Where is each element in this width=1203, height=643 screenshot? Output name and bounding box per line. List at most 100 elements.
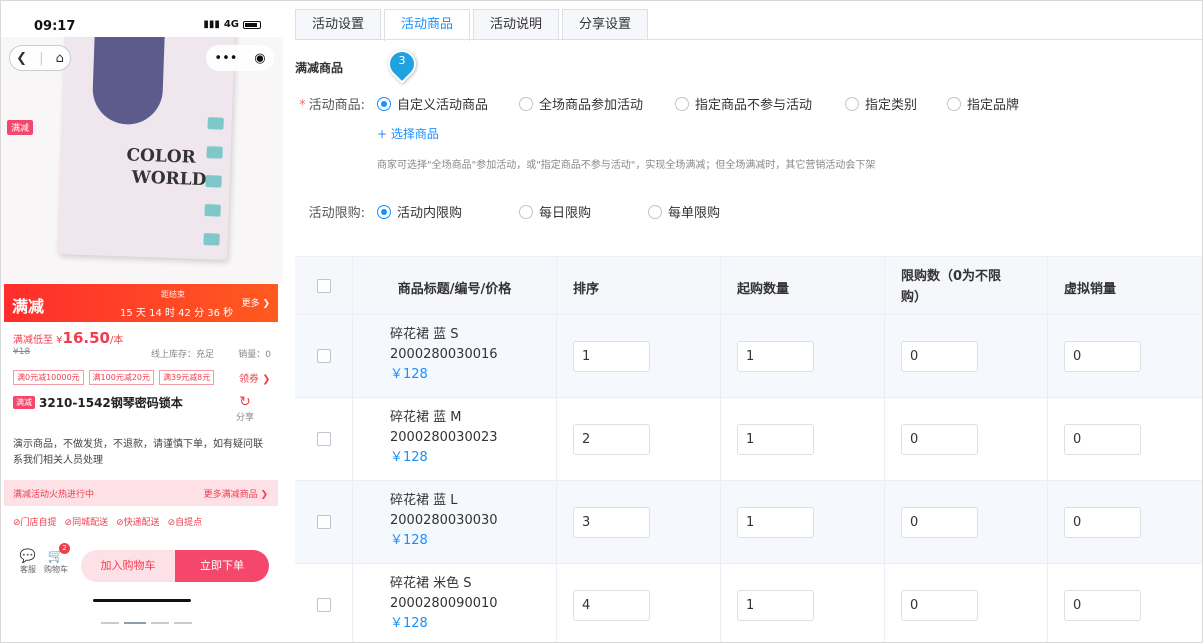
status-time: 09:17 [34,19,76,34]
limit-input[interactable]: 0 [901,507,978,538]
radio-limit-daily[interactable]: 每日限购 [519,202,591,221]
tab-share-settings[interactable]: 分享设置 [562,9,649,40]
tab-activity-settings[interactable]: 活动设置 [295,9,382,40]
chat-icon: 💬 [19,549,37,564]
row-title-cell: 碎花裙 蓝 L 2000280030030 ￥128 [353,481,557,563]
row-sort-cell: 4 [557,564,721,642]
product-price: ￥128 [390,616,428,631]
row-checkbox[interactable] [317,515,331,529]
cart-label: 购物车 [44,565,68,574]
product-code: 2000280030023 [390,430,498,445]
price-unit: /本 [110,335,124,346]
virtual-sales-input[interactable]: 0 [1064,590,1141,621]
limit-input[interactable]: 0 [901,590,978,621]
product-image: COLOR WORLD 满减 [1,37,283,283]
flash-more-link[interactable]: 更多 ❯ [242,296,270,309]
select-goods-link[interactable]: + 选择商品 [377,125,439,142]
row-checkbox[interactable] [317,598,331,612]
virtual-sales-input[interactable]: 0 [1064,341,1141,372]
stock-row: ¥18 线上库存：充足 销量：0 [13,347,271,360]
sort-input[interactable]: 4 [573,590,650,621]
radio-exclude-goods[interactable]: 指定商品不参与活动 [675,94,812,113]
network-label: 4G [223,19,239,30]
home-icon[interactable]: ⌂ [56,51,64,66]
row-checkbox[interactable] [317,349,331,363]
row-checkbox-cell [295,564,353,642]
select-all-checkbox[interactable] [317,279,331,293]
radio-brand[interactable]: 指定品牌 [947,94,1019,113]
table-row: 碎花裙 米色 S 2000280090010 ￥128 4 1 0 0 [295,564,1202,642]
nav-capsule: ❮ | ⌂ [9,45,71,71]
activity-banner[interactable]: 满减活动火热进行中 更多满减商品 ❯ [4,480,278,506]
product-info: 碎花裙 蓝 L 2000280030030 ￥128 [390,491,498,551]
delivery-option: ⊘门店自提 [13,518,57,528]
add-to-cart-button[interactable]: 加入购物车 [81,550,175,582]
radio-limit-order[interactable]: 每单限购 [648,202,720,221]
goods-label-text: 活动商品: [308,98,365,113]
row-virtual-sales-cell: 0 [1048,564,1202,642]
row-sort-cell: 3 [557,481,721,563]
activity-text: 满减活动火热进行中 [13,490,95,500]
signal-icon: ▮▮▮ [203,19,220,30]
min-qty-input[interactable]: 1 [737,341,814,372]
radio-category[interactable]: 指定类别 [845,94,917,113]
row-title-cell: 碎花裙 蓝 M 2000280030023 ￥128 [353,398,557,480]
battery-icon [243,20,261,29]
buy-now-button[interactable]: 立即下单 [175,550,269,582]
back-icon[interactable]: ❮ [16,51,27,66]
radio-label: 每单限购 [668,206,721,221]
share-button[interactable]: ↻ 分享 [233,394,257,423]
row-checkbox[interactable] [317,432,331,446]
sort-input[interactable]: 2 [573,424,650,455]
service-button[interactable]: 💬 客服 [13,549,43,575]
coupon[interactable]: 满100元减20元 [88,370,154,385]
product-price: ￥128 [390,450,428,465]
radio-limit-activity[interactable]: 活动内限购 [377,202,462,221]
row-title-cell: 碎花裙 蓝 S 2000280030016 ￥128 [353,315,557,397]
section-title: 满减商品 [295,61,344,75]
virtual-sales-input[interactable]: 0 [1064,424,1141,455]
coupon[interactable]: 满0元减10000元 [13,370,84,385]
delivery-option: ⊘自提点 [167,518,203,528]
radio-dot [675,96,689,111]
more-icon[interactable]: ••• [214,51,237,66]
share-label: 分享 [235,413,254,423]
row-checkbox-cell [295,398,353,480]
product-price: ￥128 [390,367,428,382]
min-qty-input[interactable]: 1 [737,424,814,455]
limit-label: 活动限购: [308,206,365,221]
radio-all-goods[interactable]: 全场商品参加活动 [519,94,643,113]
product-price: ￥128 [390,533,428,548]
limit-input[interactable]: 0 [901,424,978,455]
coupon[interactable]: 满39元减8元 [159,370,215,385]
get-coupon-link[interactable]: 领券 ❯ [239,370,271,385]
min-qty-input[interactable]: 1 [737,590,814,621]
table-row: 碎花裙 蓝 M 2000280030023 ￥128 2 1 0 0 [295,398,1202,481]
tab-divider [295,39,1202,40]
delivery-option: ⊘快递配送 [116,518,160,528]
bottom-action-bar: 💬 客服 🛒 购物车 2 加入购物车 立即下单 [1,541,283,591]
price-value: 16.50 [62,329,110,347]
tab-activity-description[interactable]: 活动说明 [473,9,560,40]
radio-dot [947,96,961,111]
close-target-icon[interactable]: ◉ [254,51,265,66]
sort-input[interactable]: 1 [573,341,650,372]
original-price: ¥18 [13,347,31,357]
price-row: 满减低至 ¥16.50/本 [13,329,123,347]
more-activity-link[interactable]: 更多满减商品 ❯ [204,487,268,500]
virtual-sales-input[interactable]: 0 [1064,507,1141,538]
radio-dot [377,96,391,111]
radio-custom-goods[interactable]: 自定义活动商品 [377,94,488,113]
limit-input[interactable]: 0 [901,341,978,372]
tab-activity-goods[interactable]: 活动商品 [384,9,471,41]
cart-badge: 2 [59,543,70,554]
share-icon: ↻ [239,394,251,410]
min-qty-input[interactable]: 1 [737,507,814,538]
delivery-option: ⊘同城配送 [64,518,109,528]
sort-input[interactable]: 3 [573,507,650,538]
app-window: COLOR WORLD 满减 09:17 ▮▮▮ 4G ❮ | ⌂ ••• ◉ [0,0,1203,643]
radio-label: 自定义活动商品 [397,98,489,113]
stock-text: 线上库存：充足 [151,350,215,360]
notebook-illustration: COLOR WORLD [57,37,235,260]
status-indicators: ▮▮▮ 4G [203,19,261,30]
